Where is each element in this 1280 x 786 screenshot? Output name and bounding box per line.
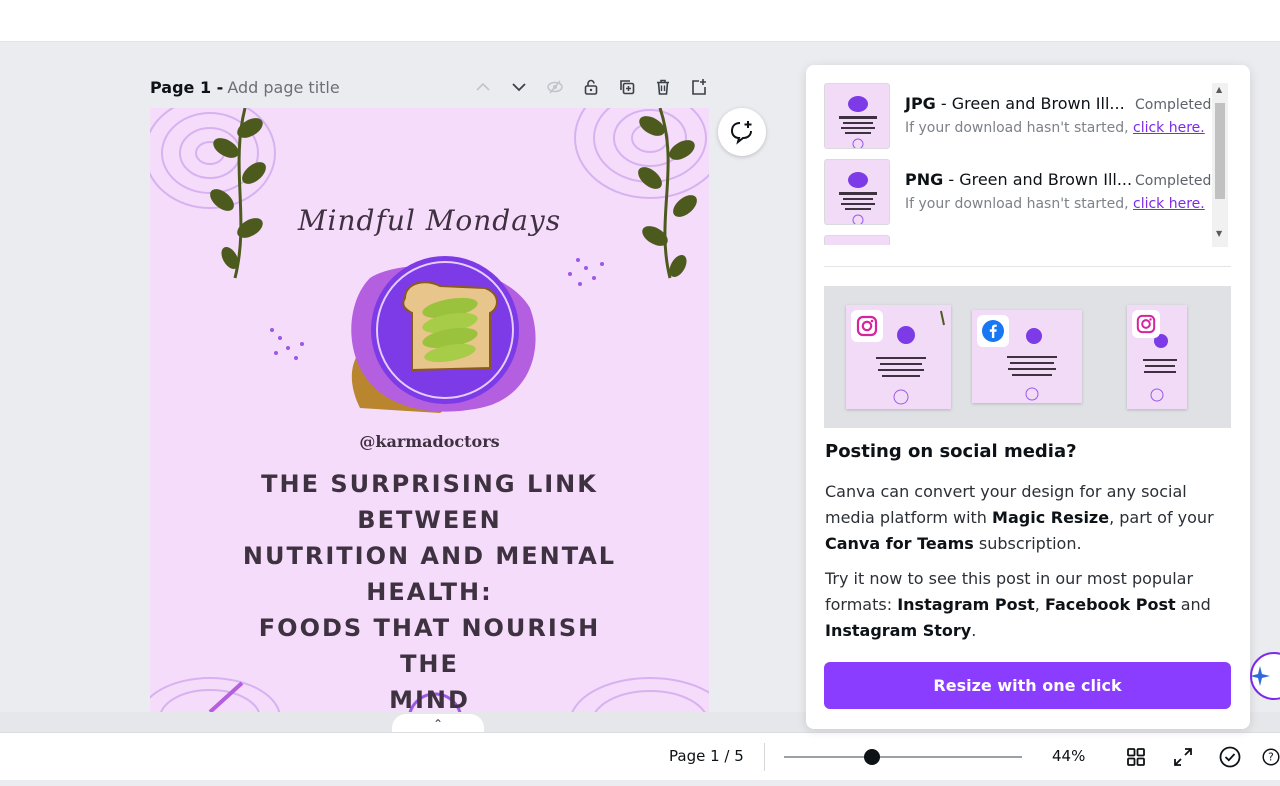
page-header: Page 1 - Add page title (150, 74, 710, 100)
resize-preview-image (824, 286, 1231, 428)
instagram-post-preview (846, 305, 951, 409)
page-count[interactable]: Page 1 / 5 (669, 747, 744, 765)
headline-line: HEALTH: (366, 578, 493, 606)
download-status: Completed (1135, 97, 1212, 113)
design-headline[interactable]: THE SURPRISING LINK BETWEEN NUTRITION AN… (240, 466, 619, 712)
zoom-value[interactable]: 44% (1052, 747, 1085, 765)
scroll-down-arrow-icon[interactable]: ▼ (1216, 229, 1222, 238)
format-instagram-post: Instagram Post (897, 595, 1035, 614)
instagram-icon (851, 310, 883, 342)
format-instagram-story: Instagram Story (825, 621, 972, 640)
download-item: PNG - Green and Brown Ill... Completed I… (824, 159, 1212, 227)
top-toolbar (0, 0, 1280, 42)
download-title: JPG - Green and Brown Ill... (905, 94, 1125, 113)
magic-assistant-button[interactable] (1250, 652, 1280, 700)
duplicate-page-icon[interactable] (616, 76, 638, 98)
add-comment-button[interactable] (718, 108, 766, 156)
check-circle-icon[interactable] (1218, 745, 1242, 769)
download-hint: If your download hasn't started, click h… (905, 196, 1205, 212)
zoom-slider-thumb[interactable] (864, 749, 881, 765)
facebook-icon (977, 315, 1009, 347)
scroll-up-arrow-icon[interactable]: ▲ (1216, 85, 1222, 94)
download-list-scrollbar[interactable]: ▲ ▼ (1212, 83, 1228, 247)
click-here-link[interactable]: click here. (1133, 196, 1205, 212)
fullscreen-icon[interactable] (1171, 745, 1195, 769)
page-title-input[interactable]: Add page title (227, 78, 339, 97)
social-formats: Try it now to see this post in our most … (825, 569, 1211, 640)
hide-page-icon[interactable] (544, 76, 566, 98)
social-description: Canva can convert your design for any so… (825, 482, 1214, 553)
download-item: JPG - Green and Brown Ill... Completed I… (824, 83, 1212, 151)
headline-line: NUTRITION AND MENTAL (242, 542, 617, 570)
facebook-post-preview (972, 310, 1082, 403)
chevron-up-icon: ⌃ (432, 717, 444, 731)
resize-with-one-click-button[interactable]: Resize with one click (824, 662, 1231, 709)
download-list: JPG - Green and Brown Ill... Completed I… (824, 83, 1212, 245)
bottom-bar: Page 1 / 5 44% ? (0, 732, 1280, 780)
headline-line: FOODS THAT NOURISH THE (258, 614, 601, 678)
click-here-link[interactable]: click here. (1133, 120, 1205, 136)
page-tools (472, 74, 710, 100)
instagram-icon (1132, 310, 1160, 338)
canva-for-teams-label: Canva for Teams (825, 534, 974, 553)
format-facebook-post: Facebook Post (1044, 595, 1176, 614)
design-thumbnail (824, 235, 890, 245)
divider (764, 743, 765, 771)
download-status: Completed (1135, 173, 1212, 189)
design-canvas[interactable]: Mindful Mondays @karmadoctors THE SURPRI… (150, 108, 709, 712)
design-thumbnail (824, 159, 890, 225)
show-pages-button[interactable]: ⌃ (392, 714, 484, 734)
page-title: Page 1 - (150, 77, 224, 97)
headline-line: MIND (389, 686, 470, 712)
design-thumbnail (824, 83, 890, 149)
magic-resize-label: Magic Resize (992, 508, 1110, 527)
add-page-icon[interactable] (688, 76, 710, 98)
download-panel: JPG - Green and Brown Ill... Completed I… (806, 65, 1250, 729)
lock-icon[interactable] (580, 76, 602, 98)
comment-plus-icon (730, 121, 752, 145)
sparkle-icon (1250, 666, 1270, 686)
instagram-story-preview (1127, 305, 1187, 409)
download-item (824, 235, 1212, 245)
delete-page-icon[interactable] (652, 76, 674, 98)
design-handle[interactable]: @karmadoctors (150, 432, 709, 451)
design-script-title[interactable]: Mindful Mondays (150, 204, 709, 237)
headline-line: THE SURPRISING LINK (261, 470, 598, 498)
download-title: PNG - Green and Brown Ill... (905, 170, 1133, 189)
help-icon[interactable]: ? (1262, 745, 1280, 769)
download-hint: If your download hasn't started, click h… (905, 120, 1205, 136)
grid-view-icon[interactable] (1124, 745, 1148, 769)
chevron-down-icon[interactable] (508, 76, 530, 98)
zoom-slider[interactable] (784, 749, 1022, 765)
chevron-up-icon[interactable] (472, 76, 494, 98)
headline-line: BETWEEN (357, 506, 502, 534)
scrollbar-thumb[interactable] (1215, 103, 1225, 199)
social-heading: Posting on social media? (825, 441, 1077, 462)
svg-text:?: ? (1268, 751, 1274, 764)
divider (824, 266, 1231, 267)
